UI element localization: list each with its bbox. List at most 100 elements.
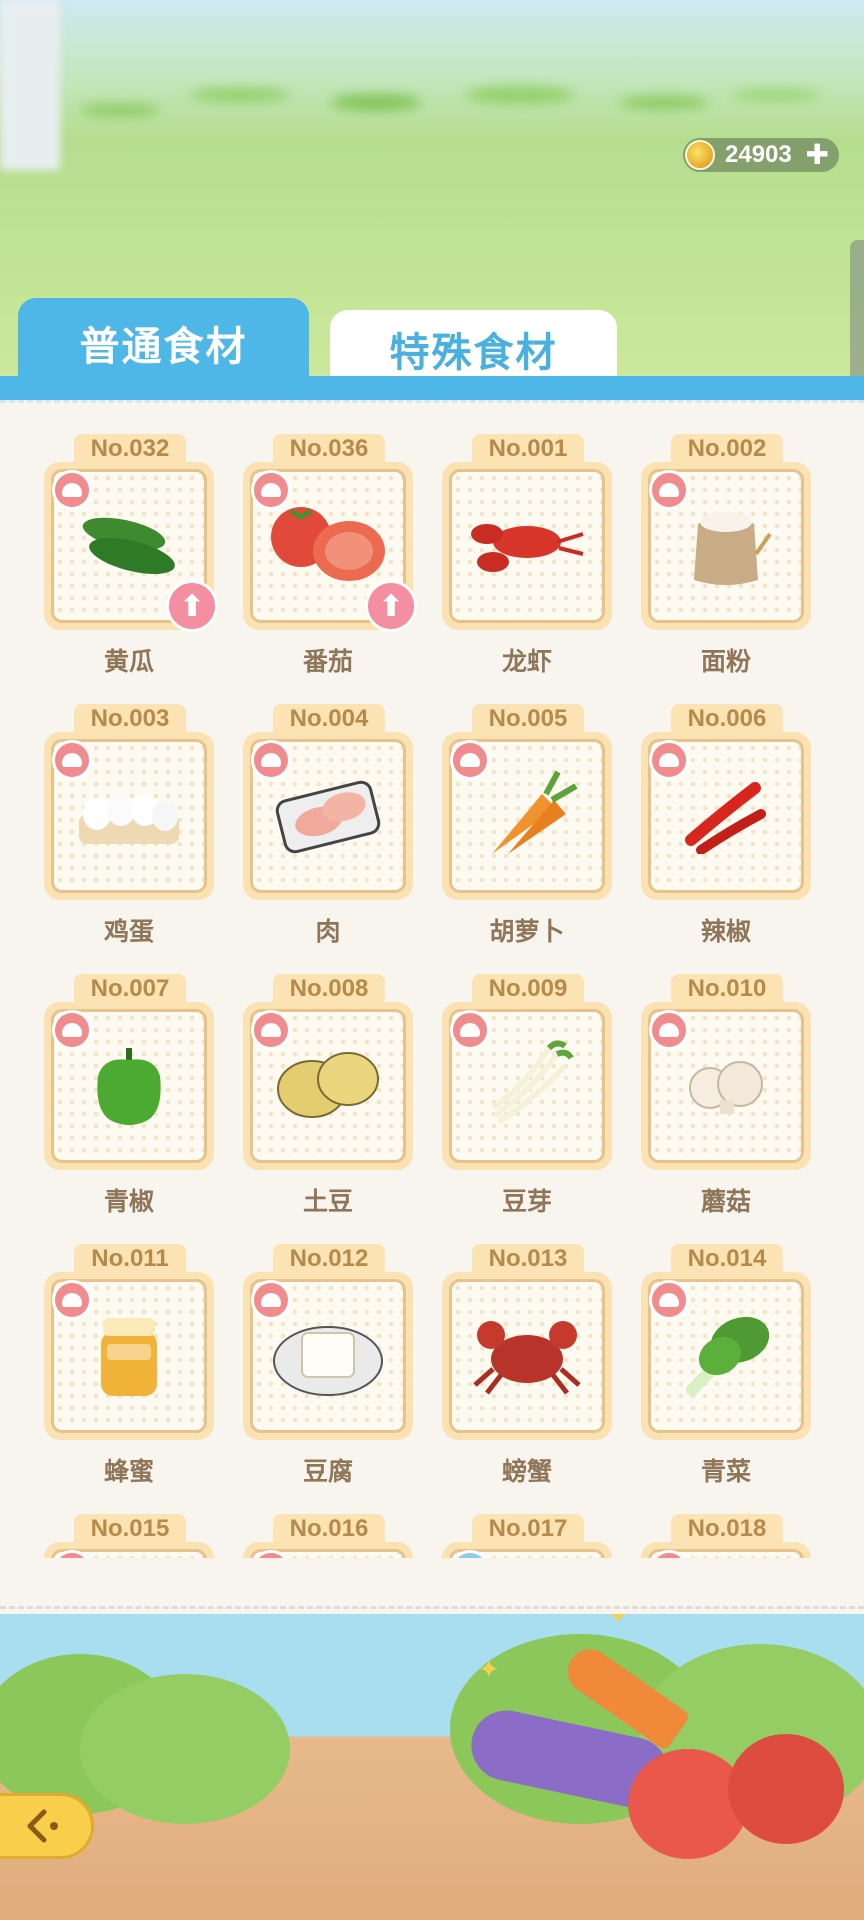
ingredient-card[interactable]: No.011 蜂蜜: [40, 1244, 218, 1486]
back-button[interactable]: [0, 1793, 94, 1859]
ingredient-name: 土豆: [302, 1188, 353, 1216]
honey-icon: [89, 1304, 169, 1409]
ingredient-card[interactable]: No.015: [40, 1514, 218, 1558]
ingredient-card[interactable]: No.013 螃蟹: [438, 1244, 616, 1486]
ingredient-card[interactable]: No.003 鸡蛋: [40, 704, 218, 946]
tab-label: 普通食材: [79, 325, 248, 369]
chef-hat-icon: [251, 1280, 291, 1320]
ingredient-number: No.002: [671, 434, 783, 464]
ingredient-number: No.003: [74, 704, 186, 734]
ingredient-name: 面粉: [700, 648, 751, 676]
carrot-icon: [472, 764, 582, 869]
ingredient-frame: [442, 732, 612, 900]
ingredient-card[interactable]: No.008 土豆: [239, 974, 417, 1216]
ingredient-slot: ⬆: [250, 469, 417, 632]
ingredient-slot: [648, 1279, 804, 1433]
ingredient-card[interactable]: No.001 龙虾: [438, 434, 616, 676]
ingredient-card[interactable]: No.017: [438, 1514, 616, 1558]
chef-hat-icon: [251, 1550, 291, 1558]
ingredient-frame: [442, 1002, 612, 1170]
ingredient-grid[interactable]: No.032 ⬆ 黄瓜 No.036 ⬆ 番茄 No.001 龙虾 No.002 面粉 No.003…: [0, 434, 864, 1558]
ingredient-slot: [51, 1549, 207, 1558]
plus-icon[interactable]: ✚: [806, 141, 829, 169]
tab-bar: [0, 376, 864, 400]
ingredient-slot: [648, 1549, 804, 1558]
upgrade-arrow-icon[interactable]: ⬆: [166, 580, 218, 632]
ingredient-card[interactable]: No.032 ⬆ 黄瓜: [40, 434, 218, 676]
ingredient-slot: [648, 1009, 804, 1163]
ingredient-name: 青椒: [103, 1188, 154, 1216]
bush: [80, 1674, 290, 1824]
ingredient-frame: [641, 732, 811, 900]
chef-hat-icon: [52, 470, 92, 510]
ingredient-card[interactable]: No.012 豆腐: [239, 1244, 417, 1486]
bean-sprout-icon: [477, 1034, 577, 1139]
ingredient-card[interactable]: No.004 肉: [239, 704, 417, 946]
ingredient-card[interactable]: No.016: [239, 1514, 417, 1558]
ingredient-card[interactable]: No.018: [637, 1514, 815, 1558]
ingredient-frame: [243, 1272, 413, 1440]
ingredient-number: No.014: [671, 1244, 783, 1274]
ingredient-slot: [449, 1009, 605, 1163]
ingredient-frame: [442, 1272, 612, 1440]
upgrade-arrow-icon[interactable]: ⬆: [365, 580, 417, 632]
chili-icon: [681, 774, 771, 859]
ingredient-slot: [648, 469, 804, 623]
chef-hat-icon: [649, 470, 689, 510]
tab-normal-ingredients[interactable]: 普通食材: [18, 298, 309, 388]
mushroom-icon: [676, 1044, 776, 1129]
ingredient-card[interactable]: No.036 ⬆ 番茄: [239, 434, 417, 676]
ingredient-number: No.017: [472, 1514, 584, 1544]
ingredient-name: 肉: [315, 918, 341, 946]
ingredient-number: No.001: [472, 434, 584, 464]
ingredient-number: No.015: [74, 1514, 186, 1544]
ingredient-slot: [51, 1009, 207, 1163]
ingredient-card[interactable]: No.009 豆芽: [438, 974, 616, 1216]
chef-hat-icon: [251, 470, 291, 510]
ingredient-card[interactable]: No.014 青菜: [637, 1244, 815, 1486]
coin-icon: [685, 140, 715, 170]
ingredient-number: No.012: [273, 1244, 385, 1274]
ingredient-card[interactable]: No.010 蘑菇: [637, 974, 815, 1216]
chef-hat-icon: [251, 740, 291, 780]
ingredient-frame: [44, 1002, 214, 1170]
tab-label: 特殊食材: [389, 331, 558, 375]
crab-icon: [467, 1309, 587, 1404]
chef-hat-icon: [52, 1280, 92, 1320]
ingredient-name: 龙虾: [501, 648, 552, 676]
chef-hat-icon: [52, 740, 92, 780]
ingredient-frame: [44, 1542, 214, 1558]
ingredient-frame: [442, 462, 612, 630]
ingredient-name: 鸡蛋: [103, 918, 154, 946]
ingredient-slot: [449, 469, 605, 623]
ingredient-frame: [44, 1272, 214, 1440]
currency-display[interactable]: 24903 ✚: [683, 138, 839, 172]
ingredient-number: No.004: [273, 704, 385, 734]
ingredient-name: 胡萝卜: [489, 918, 565, 946]
ingredient-card[interactable]: No.005 胡萝卜: [438, 704, 616, 946]
ingredient-slot: [449, 739, 605, 893]
ingredient-number: No.008: [273, 974, 385, 1004]
ingredient-slot: [250, 739, 406, 893]
ingredient-number: No.006: [671, 704, 783, 734]
lobster-icon: [467, 504, 587, 589]
chef-hat-icon: [450, 740, 490, 780]
chef-hat-icon: [52, 1010, 92, 1050]
panel-divider: [0, 1606, 864, 1609]
tomato-icon: [728, 1734, 844, 1844]
ingredient-card[interactable]: No.006 辣椒: [637, 704, 815, 946]
chef-hat-icon: [52, 1550, 92, 1558]
ingredient-frame: [641, 1272, 811, 1440]
ingredient-frame: [442, 1542, 612, 1558]
ingredient-name: 辣椒: [700, 918, 751, 946]
ingredient-name: 豆芽: [501, 1188, 552, 1216]
back-arrow-icon: [27, 1809, 58, 1843]
ingredient-slot: [250, 1549, 406, 1558]
ingredient-number: No.007: [74, 974, 186, 1004]
chef-hat-icon: [649, 1550, 689, 1558]
ingredient-card[interactable]: No.002 面粉: [637, 434, 815, 676]
ingredient-slot: [51, 1279, 207, 1433]
ingredient-card[interactable]: No.007 青椒: [40, 974, 218, 1216]
ingredient-frame: [243, 1002, 413, 1170]
ingredient-number: No.032: [74, 434, 186, 464]
